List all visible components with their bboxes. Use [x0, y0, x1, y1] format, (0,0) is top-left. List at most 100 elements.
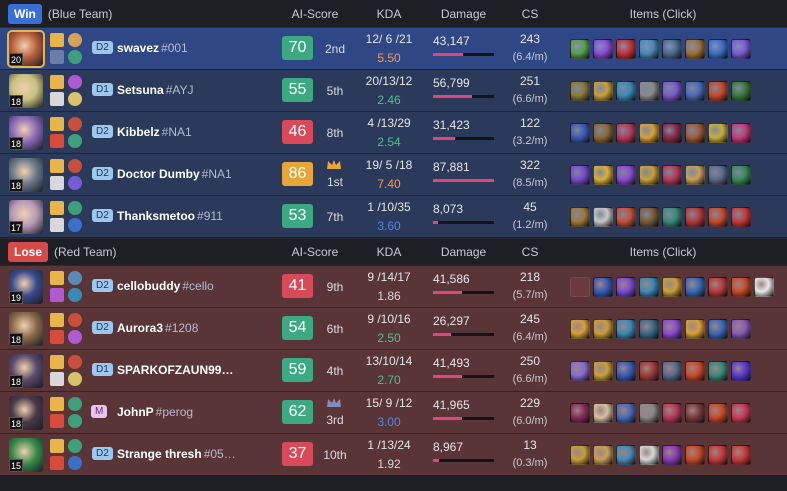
rune-icon[interactable] — [68, 313, 82, 327]
item-icon[interactable] — [708, 361, 728, 381]
summoner-spell-icon[interactable] — [50, 397, 64, 411]
rune-icon[interactable] — [68, 134, 82, 148]
item-icon[interactable] — [570, 81, 590, 101]
summoner-spell-icon[interactable] — [50, 33, 64, 47]
item-icon[interactable] — [662, 403, 682, 423]
item-icon[interactable] — [708, 319, 728, 339]
item-icon[interactable] — [570, 445, 590, 465]
item-icon[interactable] — [685, 207, 705, 227]
champion-portrait[interactable]: 18 — [9, 312, 43, 346]
item-icon[interactable] — [685, 81, 705, 101]
item-icon[interactable] — [639, 207, 659, 227]
item-icon[interactable] — [685, 445, 705, 465]
item-icon[interactable] — [708, 81, 728, 101]
item-icon[interactable] — [731, 123, 751, 143]
summoner-spell-icon[interactable] — [50, 201, 64, 215]
item-icon[interactable] — [662, 361, 682, 381]
item-icon[interactable] — [593, 319, 613, 339]
summoner-name[interactable]: swavez #001 — [117, 41, 188, 55]
summoner-name[interactable]: Thanksmetoo #911 — [117, 209, 223, 223]
item-icon[interactable] — [593, 123, 613, 143]
summoner-name[interactable]: Doctor Dumby #NA1 — [117, 167, 232, 181]
item-icon[interactable] — [570, 123, 590, 143]
summoner-spell-icon[interactable] — [50, 288, 64, 302]
player-row[interactable]: 17 D2 Thanksmetoo #911 53 7th 1 /10/35 3.60 8,07… — [0, 195, 787, 237]
rune-icon[interactable] — [68, 288, 82, 302]
item-icon[interactable] — [593, 361, 613, 381]
item-icon[interactable] — [639, 361, 659, 381]
item-icon[interactable] — [708, 403, 728, 423]
item-icon[interactable] — [570, 277, 590, 297]
item-icon[interactable] — [616, 277, 636, 297]
player-row[interactable]: 18 D1 SPARKOFZAUN99… 59 4th 13/10/14 2.70 41,49… — [0, 349, 787, 391]
summoner-spell-icon[interactable] — [50, 313, 64, 327]
champion-portrait[interactable]: 15 — [9, 438, 43, 472]
item-icon[interactable] — [685, 403, 705, 423]
player-name[interactable]: Setsuna — [117, 83, 164, 97]
item-icon[interactable] — [662, 319, 682, 339]
champion-portrait[interactable]: 19 — [9, 270, 43, 304]
summoner-spell-icon[interactable] — [50, 271, 64, 285]
item-icon[interactable] — [593, 39, 613, 59]
item-icon[interactable] — [731, 81, 751, 101]
item-icon[interactable] — [593, 277, 613, 297]
item-icon[interactable] — [570, 403, 590, 423]
item-icon[interactable] — [639, 39, 659, 59]
summoner-spell-icon[interactable] — [50, 218, 64, 232]
rune-icon[interactable] — [68, 330, 82, 344]
summoner-name[interactable]: JohnP #perog — [117, 405, 193, 419]
item-icon[interactable] — [708, 445, 728, 465]
rune-icon[interactable] — [68, 414, 82, 428]
item-icon[interactable] — [685, 277, 705, 297]
rune-icon[interactable] — [68, 218, 82, 232]
rune-icon[interactable] — [68, 92, 82, 106]
player-row[interactable]: 18 D1 Setsuna #AYJ 55 5th 20/13/12 2.46 56,799 25… — [0, 69, 787, 111]
item-icon[interactable] — [708, 277, 728, 297]
rune-icon[interactable] — [68, 33, 82, 47]
item-icon[interactable] — [593, 445, 613, 465]
player-name[interactable]: Kibbelz — [117, 125, 160, 139]
player-row[interactable]: 18 M JohnP #perog 62 3rd 15/ 9 /12 3.00 41,965 22… — [0, 391, 787, 433]
item-icon[interactable] — [616, 445, 636, 465]
summoner-spell-icon[interactable] — [50, 92, 64, 106]
item-icon[interactable] — [639, 319, 659, 339]
champion-portrait[interactable]: 18 — [9, 354, 43, 388]
item-icon[interactable] — [616, 207, 636, 227]
player-name[interactable]: Thanksmetoo — [117, 209, 195, 223]
item-icon[interactable] — [616, 361, 636, 381]
item-icon[interactable] — [662, 165, 682, 185]
player-row[interactable]: 18 D2 Aurora3 #1208 54 6th 9 /10/16 2.50 26,297 2… — [0, 307, 787, 349]
item-icon[interactable] — [731, 445, 751, 465]
player-name[interactable]: Strange thresh — [117, 447, 202, 461]
item-icon[interactable] — [639, 445, 659, 465]
item-icon[interactable] — [593, 165, 613, 185]
col-items[interactable]: Items (Click) — [570, 7, 756, 21]
champion-portrait[interactable]: 18 — [9, 158, 43, 192]
summoner-spell-icon[interactable] — [50, 50, 64, 64]
col-items[interactable]: Items (Click) — [570, 245, 756, 259]
item-icon[interactable] — [708, 39, 728, 59]
item-icon[interactable] — [616, 81, 636, 101]
summoner-name[interactable]: cellobuddy #cello — [117, 279, 214, 293]
item-icon[interactable] — [616, 39, 636, 59]
item-icon[interactable] — [731, 403, 751, 423]
item-icon[interactable] — [731, 277, 751, 297]
item-icon[interactable] — [570, 207, 590, 227]
item-icon[interactable] — [570, 165, 590, 185]
item-icon[interactable] — [731, 39, 751, 59]
item-icon[interactable] — [570, 319, 590, 339]
rune-icon[interactable] — [68, 50, 82, 64]
item-icon[interactable] — [662, 81, 682, 101]
item-icon[interactable] — [616, 165, 636, 185]
rune-icon[interactable] — [68, 439, 82, 453]
item-icon[interactable] — [639, 123, 659, 143]
player-row[interactable]: 15 D2 Strange thresh #05… 37 10th 1 /13/24 1.92… — [0, 433, 787, 475]
rune-icon[interactable] — [68, 271, 82, 285]
summoner-spell-icon[interactable] — [50, 134, 64, 148]
item-icon[interactable] — [662, 39, 682, 59]
summoner-name[interactable]: Kibbelz #NA1 — [117, 125, 192, 139]
item-icon[interactable] — [731, 165, 751, 185]
champion-portrait[interactable]: 17 — [9, 200, 43, 234]
item-icon[interactable] — [754, 277, 774, 297]
summoner-spell-icon[interactable] — [50, 372, 64, 386]
